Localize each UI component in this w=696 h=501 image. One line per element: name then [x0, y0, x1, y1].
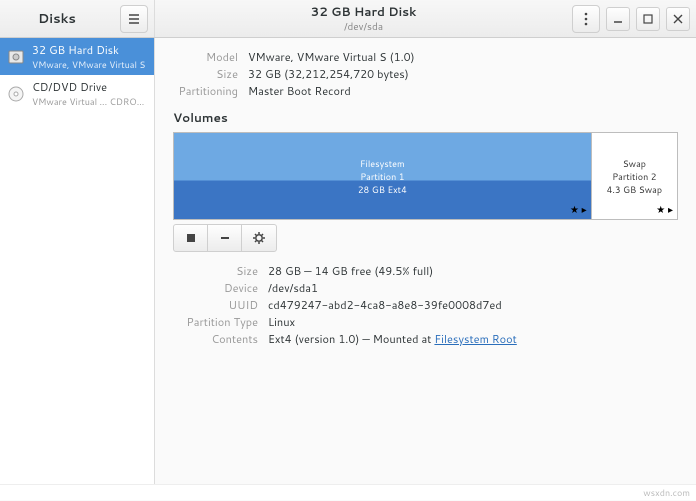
part-size-value: 28 GB — 14 GB free (49.5% full) — [268, 263, 433, 279]
part-device-value: /dev/sda1 — [268, 280, 318, 296]
footer-watermark: wsxdn.com — [0, 484, 696, 500]
drive-model-label: Model — [173, 49, 248, 65]
volume-toolbar — [173, 224, 277, 252]
part-contents-text: Ext4 (version 1.0) — Mounted at — [268, 331, 434, 347]
content-panel: Model VMware, VMware Virtual S (1.0) Siz… — [155, 38, 696, 484]
part-type-row: Partition Type Linux — [183, 314, 678, 330]
part-contents-label: Contents — [183, 331, 268, 347]
close-icon — [673, 14, 683, 24]
window-title: 32 GB Hard Disk — [311, 3, 417, 20]
device-sidebar: 32 GB Hard Disk VMware, VMware Virtual S… — [0, 38, 155, 484]
volume-line: Swap — [623, 157, 646, 170]
filesystem-root-link[interactable]: Filesystem Root — [434, 331, 516, 347]
titlebar-right — [572, 5, 696, 33]
hamburger-icon — [127, 12, 141, 26]
sidebar-item-name: 32 GB Hard Disk — [32, 42, 145, 58]
sidebar-item-sub: VMware, VMware Virtual S — [32, 58, 145, 71]
sidebar-item-name: CD/DVD Drive — [32, 79, 148, 95]
drive-partitioning-value: Master Boot Record — [248, 83, 351, 99]
kebab-icon — [580, 12, 592, 26]
drive-size-label: Size — [173, 66, 248, 82]
gear-icon — [252, 231, 266, 245]
hdd-icon — [6, 47, 26, 67]
unmount-button[interactable] — [174, 225, 208, 251]
volume-line: 4.3 GB Swap — [607, 183, 662, 196]
minimize-button[interactable] — [606, 7, 630, 31]
part-contents-value: Ext4 (version 1.0) — Mounted at Filesyst… — [268, 331, 517, 347]
volume-marks: ★ ▸ — [656, 203, 673, 217]
volume-line: Partition 2 — [612, 170, 656, 183]
part-type-label: Partition Type — [183, 314, 268, 330]
app-name: Disks — [6, 10, 76, 28]
part-size-label: Size — [183, 263, 268, 279]
titlebar-left: Disks — [0, 0, 155, 37]
drive-size-row: Size 32 GB (32,212,254,720 bytes) — [173, 66, 678, 82]
titlebar: Disks 32 GB Hard Disk /dev/sda — [0, 0, 696, 38]
part-uuid-value: cd479247-abd2-4ca8-a8e8-39fe0008d7ed — [268, 297, 502, 313]
part-contents-row: Contents Ext4 (version 1.0) — Mounted at… — [183, 331, 678, 347]
volume-marks: ★ ▸ — [570, 203, 587, 217]
close-button[interactable] — [666, 7, 690, 31]
part-device-row: Device /dev/sda1 — [183, 280, 678, 296]
sidebar-item-labels: CD/DVD Drive VMware Virtual ... CDROM Dr… — [32, 79, 148, 108]
stop-icon — [186, 233, 196, 243]
delete-partition-button[interactable] — [208, 225, 242, 251]
part-uuid-row: UUID cd479247-abd2-4ca8-a8e8-39fe0008d7e… — [183, 297, 678, 313]
part-device-label: Device — [183, 280, 268, 296]
sidebar-item-sub: VMware Virtual ... CDROM Drive — [32, 95, 148, 108]
volume-line: 28 GB Ext4 — [358, 183, 407, 196]
volume-line: Partition 1 — [360, 170, 404, 183]
drive-menu-button[interactable] — [572, 5, 600, 33]
drive-model-row: Model VMware, VMware Virtual S (1.0) — [173, 49, 678, 65]
volumes-heading: Volumes — [173, 109, 678, 126]
drive-size-value: 32 GB (32,212,254,720 bytes) — [248, 66, 409, 82]
optical-icon — [6, 84, 26, 104]
part-uuid-label: UUID — [183, 297, 268, 313]
minus-icon — [219, 232, 231, 244]
titlebar-center: 32 GB Hard Disk /dev/sda — [155, 3, 572, 34]
body: 32 GB Hard Disk VMware, VMware Virtual S… — [0, 38, 696, 484]
volume-partition-2[interactable]: Swap Partition 2 4.3 GB Swap ★ ▸ — [591, 133, 677, 219]
drive-model-value: VMware, VMware Virtual S (1.0) — [248, 49, 415, 65]
part-type-value: Linux — [268, 314, 295, 330]
maximize-icon — [643, 14, 653, 24]
part-size-row: Size 28 GB — 14 GB free (49.5% full) — [183, 263, 678, 279]
partition-details: Size 28 GB — 14 GB free (49.5% full) Dev… — [183, 263, 678, 347]
minimize-icon — [613, 14, 623, 24]
maximize-button[interactable] — [636, 7, 660, 31]
app-menu-button[interactable] — [120, 5, 148, 33]
sidebar-item-hard-disk[interactable]: 32 GB Hard Disk VMware, VMware Virtual S — [0, 38, 154, 75]
sidebar-item-labels: 32 GB Hard Disk VMware, VMware Virtual S — [32, 42, 145, 71]
sidebar-item-cd-dvd[interactable]: CD/DVD Drive VMware Virtual ... CDROM Dr… — [0, 75, 154, 112]
drive-partitioning-row: Partitioning Master Boot Record — [173, 83, 678, 99]
window-subtitle: /dev/sda — [344, 20, 383, 34]
volume-partition-1[interactable]: Filesystem Partition 1 28 GB Ext4 ★ ▸ — [174, 133, 591, 219]
partition-options-button[interactable] — [242, 225, 276, 251]
volumes-diagram: Filesystem Partition 1 28 GB Ext4 ★ ▸ Sw… — [173, 132, 678, 220]
volume-line: Filesystem — [360, 157, 405, 170]
drive-partitioning-label: Partitioning — [173, 83, 248, 99]
